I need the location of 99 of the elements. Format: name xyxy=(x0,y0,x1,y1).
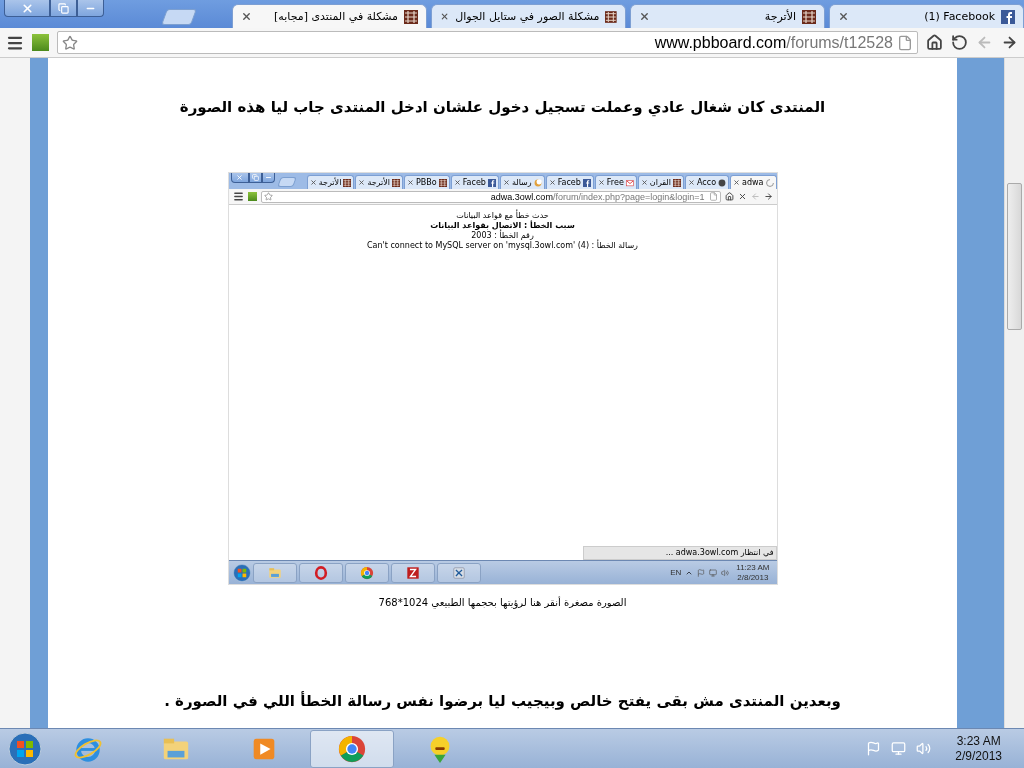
home-button[interactable] xyxy=(926,34,943,51)
post-text: وبعدين المنتدى مش بقى يفتح خالص وبيجيب ليا برضوا نفس رسالة الخطأ اللي في الصورة . xyxy=(164,692,841,710)
moon-icon xyxy=(533,178,542,187)
address-bar[interactable]: www.pbboard.com/forums/t12528 xyxy=(57,31,918,54)
minimize-icon xyxy=(264,174,272,181)
browser-tab[interactable]: رسالة xyxy=(499,175,545,189)
browser-tab[interactable]: Faceb xyxy=(450,175,499,189)
browser-tab[interactable]: (1) Facebook xyxy=(829,4,1024,28)
close-tab-icon[interactable] xyxy=(358,179,366,186)
restore-button[interactable] xyxy=(248,173,262,183)
close-tab-icon[interactable] xyxy=(502,179,510,186)
home-button[interactable] xyxy=(724,192,734,201)
network-icon[interactable] xyxy=(709,568,718,577)
close-tab-icon[interactable] xyxy=(639,11,650,22)
opera-icon xyxy=(313,565,328,580)
grid-icon xyxy=(438,178,447,187)
browser-tab[interactable]: الأترجة xyxy=(630,4,825,28)
app-icon[interactable] xyxy=(247,192,257,201)
error-line: رسالة الخطأ : Can't connect to MySQL server on 'mysql.3owl.com' (4) xyxy=(367,241,638,251)
post-text: المنتدى كان شغال عادي وعملت تسجيل دخول علشان ادخل المنتدى جاب ليا هذه الصورة xyxy=(179,98,826,116)
chrome-icon xyxy=(359,565,374,580)
close-tab-icon[interactable] xyxy=(241,11,252,22)
forward-button[interactable] xyxy=(763,192,773,201)
page-icon xyxy=(897,34,913,51)
browser-tab[interactable]: PBBo xyxy=(404,175,450,189)
taskbar-app[interactable] xyxy=(298,562,343,583)
spinner-icon xyxy=(765,178,774,187)
close-button[interactable] xyxy=(230,173,249,183)
browser-tab[interactable]: مشكلة الصور في ستايل الجوال xyxy=(431,4,626,28)
minimize-button[interactable] xyxy=(261,173,275,183)
volume-icon[interactable] xyxy=(721,568,730,577)
browser-tab[interactable]: الأترجة xyxy=(306,175,355,189)
close-icon xyxy=(20,1,34,15)
stop-button[interactable] xyxy=(737,192,747,201)
close-tab-icon[interactable] xyxy=(640,179,648,186)
clock-time[interactable]: 11:23 AM xyxy=(736,562,770,573)
url-text: adwa.3owl.com/forum/index.php?page=login&login=1 xyxy=(489,191,705,202)
grid-icon xyxy=(404,9,418,24)
facebook-icon xyxy=(582,178,591,187)
facebook-icon xyxy=(1001,9,1015,24)
scrollbar[interactable] xyxy=(1004,58,1024,728)
status-bubble: في انتظار adwa.3owl.com ... xyxy=(582,546,777,560)
browser-tab[interactable]: Free xyxy=(594,175,637,189)
language-indicator[interactable]: EN xyxy=(670,568,682,577)
close-tab-icon[interactable] xyxy=(733,179,741,186)
flag-icon[interactable] xyxy=(697,568,706,577)
browser-tab[interactable]: الأترجة xyxy=(355,175,404,189)
menu-icon[interactable] xyxy=(232,191,244,202)
new-tab-button[interactable] xyxy=(161,9,197,25)
error-line: حدث خطأ مع قواعد البيانات xyxy=(456,211,549,220)
url-text: www.pbboard.com/forums/t12528 xyxy=(653,33,893,52)
grid-icon xyxy=(392,178,401,187)
address-bar[interactable]: adwa.3owl.com/forum/index.php?page=login&login=1 xyxy=(260,190,721,203)
grid-icon xyxy=(605,9,617,24)
xapp-icon xyxy=(451,565,466,580)
clock-date[interactable]: 2/9/2013 xyxy=(955,748,1002,764)
browser-tab[interactable]: القران xyxy=(637,175,685,189)
restore-icon xyxy=(58,2,69,14)
browser-tab[interactable]: Acco xyxy=(685,175,730,189)
close-tab-icon[interactable] xyxy=(597,179,605,186)
page-icon xyxy=(708,192,718,201)
clock-time[interactable]: 3:23 AM xyxy=(956,733,1001,749)
close-tab-icon[interactable] xyxy=(453,179,461,186)
star-icon[interactable] xyxy=(263,192,273,201)
grid-icon xyxy=(673,178,682,187)
close-tab-icon[interactable] xyxy=(548,179,556,186)
filezilla-icon xyxy=(405,565,420,580)
minimize-button[interactable] xyxy=(77,0,104,17)
facebook-icon xyxy=(487,178,496,187)
error-line: سبب الخطأ : الاتصال بقواعد البيانات xyxy=(430,221,575,230)
browser-tab[interactable]: [مجابه] مشكلة في المنتدى xyxy=(232,4,427,28)
image-caption-link[interactable]: الصورة مصغرة أنقر هنا لرؤيتها بحجمها الطبيعي 1024*768 xyxy=(378,597,627,608)
circle-icon xyxy=(718,178,727,187)
close-button[interactable] xyxy=(4,0,50,17)
close-tab-icon[interactable] xyxy=(407,179,415,186)
mail-icon xyxy=(625,178,634,187)
star-icon[interactable] xyxy=(62,34,78,51)
taskbar-app[interactable] xyxy=(310,729,394,768)
start-button[interactable] xyxy=(8,731,42,766)
taskbar-app[interactable] xyxy=(390,562,435,583)
close-tab-icon[interactable] xyxy=(688,179,696,186)
close-tab-icon[interactable] xyxy=(440,11,450,22)
clock-date[interactable]: 2/8/2013 xyxy=(737,572,769,583)
chrome-icon xyxy=(337,733,367,764)
reload-button[interactable] xyxy=(951,34,968,51)
taskbar-app[interactable] xyxy=(344,562,389,583)
browser-tab[interactable]: adwa xyxy=(730,175,777,189)
folder-icon xyxy=(267,565,282,580)
close-icon xyxy=(236,174,243,181)
browser-tab[interactable]: Faceb xyxy=(545,175,594,189)
grid-icon xyxy=(343,178,352,187)
error-line: رقم الخطأ : 2003 xyxy=(471,231,534,241)
close-tab-icon[interactable] xyxy=(309,179,317,186)
scroll-thumb[interactable] xyxy=(1007,183,1022,330)
close-tab-icon[interactable] xyxy=(838,11,849,22)
restore-button[interactable] xyxy=(50,0,77,17)
grid-icon xyxy=(802,9,816,24)
start-button[interactable] xyxy=(232,563,251,582)
forward-button[interactable] xyxy=(1001,34,1018,51)
